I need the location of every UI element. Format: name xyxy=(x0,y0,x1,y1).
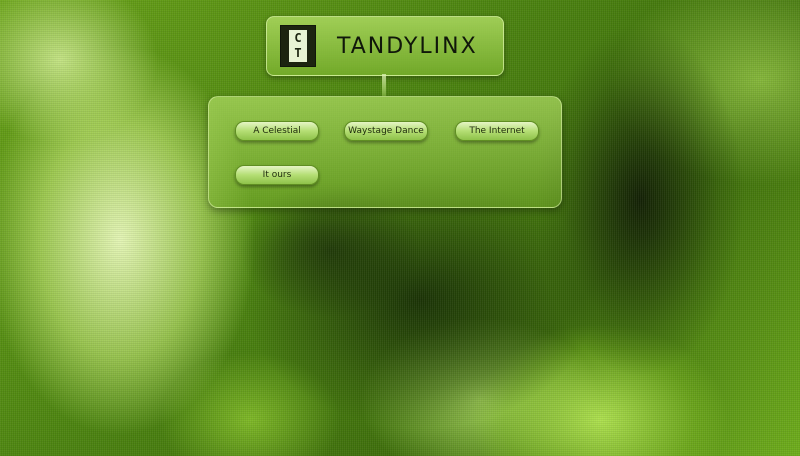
navigation-panel: A Celestial Waystage Dance The Internet … xyxy=(208,96,562,208)
logo-plate: C T xyxy=(289,30,307,62)
page: C T TANDYLINX A Celestial Waystage Dance… xyxy=(0,0,800,456)
logo-letter-top: C xyxy=(294,31,302,45)
site-title[interactable]: TANDYLINX xyxy=(337,34,478,59)
header-connector xyxy=(382,74,386,96)
nav-button-the-internet[interactable]: The Internet xyxy=(455,121,539,141)
nav-button-it-ours[interactable]: It ours xyxy=(235,165,319,185)
tandylinx-logo-icon[interactable]: C T xyxy=(280,25,316,67)
nav-button-a-celestial[interactable]: A Celestial xyxy=(235,121,319,141)
nav-button-waystage-dance[interactable]: Waystage Dance xyxy=(344,121,428,141)
logo-letter-bottom: T xyxy=(294,46,302,60)
site-header: C T TANDYLINX xyxy=(266,16,504,76)
